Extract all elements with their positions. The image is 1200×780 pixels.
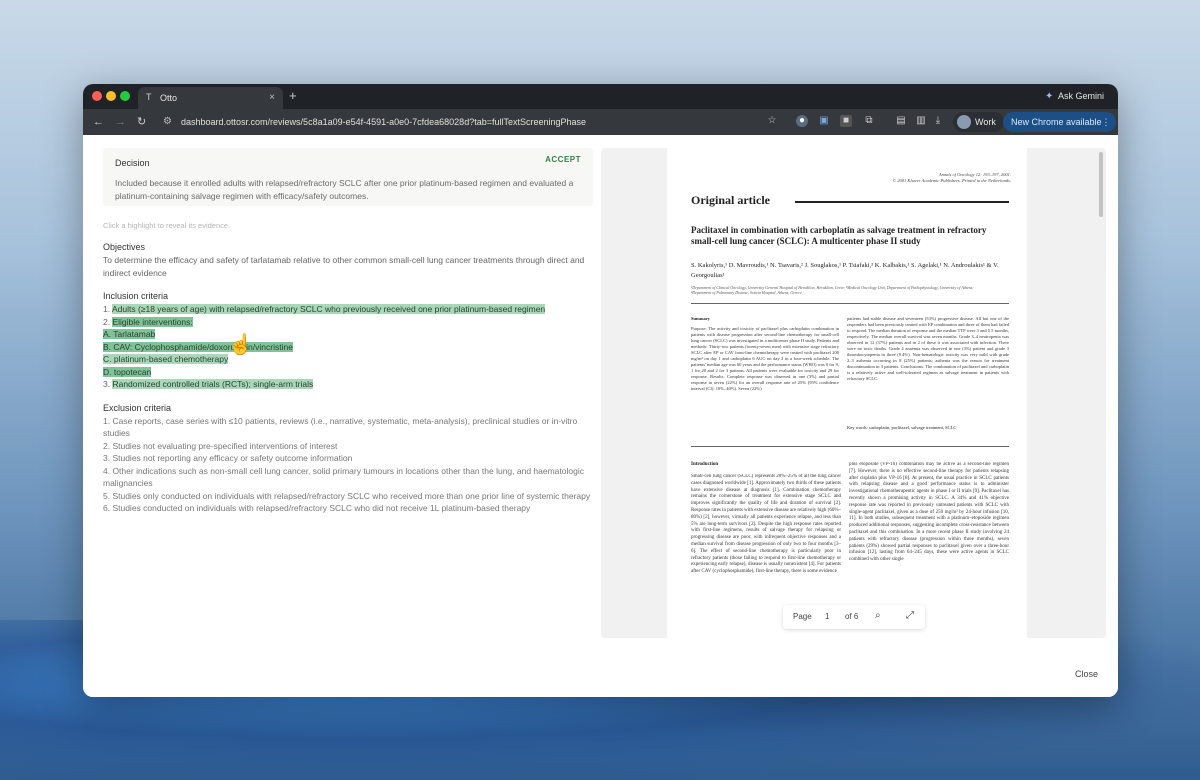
minimize-window-button[interactable] — [106, 91, 116, 101]
forward-icon[interactable]: → — [115, 114, 126, 130]
status-badge: ACCEPT — [545, 155, 581, 164]
exclusion-item: 1. Case reports, case series with ≤10 pa… — [103, 415, 578, 439]
inclusion-item: 1. Adults (≥18 years of age) with relaps… — [103, 304, 546, 314]
inclusion-item: A. Tarlatamab — [103, 328, 593, 341]
evidence-highlight[interactable]: D. topotecan — [103, 366, 152, 377]
extension-icon[interactable]: ● — [796, 115, 808, 127]
page-number-input[interactable]: 1 — [825, 612, 829, 621]
translate-icon[interactable]: ▣ — [818, 115, 830, 127]
exclusion-item: 5. Studies only conducted on individuals… — [103, 490, 591, 501]
tab-otto[interactable]: T Otto × — [138, 87, 283, 109]
evidence-highlight[interactable]: Randomized controlled trials (RCTs); sin… — [112, 379, 314, 389]
tab-close-icon[interactable]: × — [269, 87, 275, 109]
tab-favicon-icon: T — [146, 92, 152, 102]
hint-text: Click a highlight to reveal its evidence… — [103, 221, 231, 230]
back-icon[interactable]: ← — [93, 114, 104, 130]
url-text: dashboard.ottosr.com/reviews/5c8a1a09-e5… — [181, 117, 587, 127]
maximize-window-button[interactable] — [120, 91, 130, 101]
inclusion-item: C. platinum-based chemotherapy — [103, 353, 593, 366]
exclusion-item: 2. Studies not evaluating pre-specified … — [103, 440, 338, 451]
exclusion-heading: Exclusion criteria — [103, 402, 172, 413]
exclusion-list: 1. Case reports, case series with ≤10 pa… — [103, 415, 593, 515]
divider — [795, 201, 1009, 203]
ask-gemini-button[interactable]: ✦ Ask Gemini — [1040, 87, 1110, 106]
evidence-highlight[interactable]: C. platinum-based chemotherapy — [103, 354, 229, 364]
inclusion-list: 1. Adults (≥18 years of age) with relaps… — [103, 303, 593, 391]
page-label: Page — [793, 612, 812, 621]
inclusion-item: 2. Eligible interventions: — [103, 316, 193, 327]
paper-authors: S. Kakolyris,¹ D. Mavroudis,¹ N. Tsavari… — [691, 262, 999, 279]
decision-title: Decision — [115, 158, 150, 168]
new-tab-button[interactable]: + — [289, 87, 297, 105]
objectives-heading: Objectives — [103, 242, 146, 252]
browser-window: T Otto × + ✦ Ask Gemini ← → ↻ ⚙ dashboar… — [83, 84, 1118, 697]
update-label: New Chrome available — [1011, 117, 1102, 127]
star-icon[interactable]: ☆ — [766, 115, 778, 127]
objectives-text: To determine the efficacy and safety of … — [103, 255, 585, 278]
evidence-highlight[interactable]: A. Tarlatamab — [103, 329, 156, 339]
pdf-page: Annals of Oncology 12: 193–197, 2001. © … — [667, 148, 1027, 638]
puzzle-icon[interactable]: ⧉ — [863, 115, 875, 127]
divider — [691, 446, 1009, 447]
article-type: Original article — [691, 193, 770, 207]
close-window-button[interactable] — [92, 91, 102, 101]
keywords: Key words: carboplatin, paclitaxel, salv… — [847, 425, 957, 430]
chart-icon[interactable]: ▥ — [915, 115, 927, 127]
pdf-viewer[interactable]: Annals of Oncology 12: 193–197, 2001. © … — [601, 148, 1106, 638]
reload-icon[interactable]: ↻ — [137, 114, 146, 130]
avatar — [957, 115, 971, 129]
exclusion-item: 4. Other indications such as non-small c… — [103, 465, 584, 489]
evidence-highlight[interactable]: Eligible interventions: — [112, 316, 193, 327]
extension-2-icon[interactable]: ■ — [840, 115, 852, 127]
evidence-highlight[interactable]: B. CAV: Cyclophosphamide/doxorubicin/vin… — [103, 341, 293, 352]
paper-affiliations: ¹Department of Clinical Oncology, Univer… — [691, 285, 974, 295]
tab-title: Otto — [160, 93, 178, 103]
journal-citation: Annals of Oncology 12: 193–197, 2001. © … — [892, 172, 1011, 183]
exclusion-item: 6. Studies conducted on individuals with… — [103, 503, 531, 513]
inclusion-item: 3. Randomized controlled trials (RCTs); … — [103, 379, 314, 389]
criteria-column: Decision ACCEPT Included because it enro… — [103, 148, 593, 515]
page-total: of 6 — [845, 612, 859, 621]
profile-button[interactable]: Work — [953, 112, 1004, 132]
pdf-scrollbar[interactable] — [1099, 152, 1103, 217]
summary-heading: Summary — [691, 316, 710, 321]
address-bar: ← → ↻ ⚙ dashboard.ottosr.com/reviews/5c8… — [83, 109, 1118, 135]
close-button[interactable]: Close — [1075, 669, 1098, 679]
profile-label: Work — [975, 117, 996, 127]
expand-icon[interactable]: ⤢ — [906, 610, 914, 621]
chrome-update-button[interactable]: New Chrome available ⋮ — [1003, 112, 1116, 132]
paper-title: Paclitaxel in combination with carboplat… — [691, 225, 987, 246]
introduction-heading: Introduction — [691, 462, 719, 467]
search-icon[interactable]: ⌕ — [875, 610, 881, 621]
screening-panel: Decision ACCEPT Included because it enro… — [83, 135, 1118, 697]
ask-gemini-label: Ask Gemini — [1057, 91, 1104, 101]
inclusion-item: B. CAV: Cyclophosphamide/doxorubicin/vin… — [103, 341, 593, 354]
summary-left-text: Purpose: The activity and toxicity of pa… — [691, 326, 839, 391]
decision-text: Included because it enrolled adults with… — [115, 178, 574, 201]
site-settings-icon[interactable]: ⚙ — [163, 112, 172, 132]
exclusion-item: 3. Studies not reporting any efficacy or… — [103, 453, 353, 463]
decision-card: Decision ACCEPT Included because it enro… — [103, 148, 593, 206]
inclusion-item: D. topotecan — [103, 366, 593, 379]
download-icon[interactable]: ⤓ — [932, 115, 944, 127]
inclusion-heading: Inclusion criteria — [103, 291, 169, 301]
page-controls: Page 1 of 6 ⌕ ⤢ — [783, 605, 925, 629]
divider — [691, 303, 1009, 304]
menu-icon[interactable]: ⋮ — [1102, 112, 1111, 132]
url-field[interactable]: ⚙ dashboard.ottosr.com/reviews/5c8a1a09-… — [155, 112, 795, 132]
summary-right-text: patients had stable disease and seventee… — [847, 316, 1009, 381]
gemini-icon: ✦ — [1044, 91, 1054, 102]
tab-bar: T Otto × + ✦ Ask Gemini — [83, 84, 1118, 109]
hand-cursor-icon: ☝ — [228, 334, 253, 356]
reader-icon[interactable]: ▤ — [895, 115, 907, 127]
evidence-highlight[interactable]: Adults (≥18 years of age) with relapsed/… — [111, 304, 546, 314]
